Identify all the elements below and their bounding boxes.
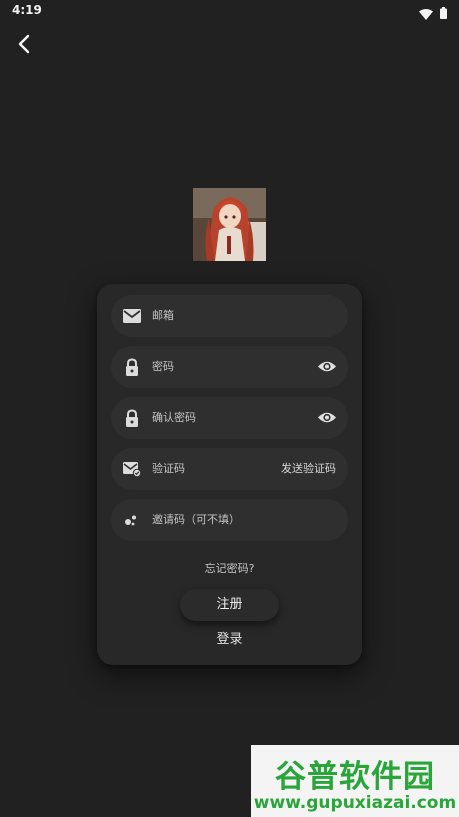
battery-icon <box>440 4 447 19</box>
login-link[interactable]: 登录 <box>97 628 362 647</box>
app-avatar <box>193 188 266 261</box>
status-bar: 4:19 <box>0 0 459 22</box>
verification-code-field[interactable]: 验证码 发送验证码 <box>111 448 348 490</box>
invite-dots-icon <box>122 511 142 529</box>
invite-code-field[interactable]: 邀请码（可不填） <box>111 499 348 541</box>
back-icon[interactable] <box>14 33 36 55</box>
confirm-password-field[interactable]: 确认密码 <box>111 397 348 439</box>
email-label: 邮箱 <box>152 309 174 322</box>
password-label: 密码 <box>152 360 174 373</box>
lock-icon <box>122 358 142 376</box>
watermark-title: 谷普软件园 <box>275 759 435 795</box>
forgot-password-link[interactable]: 忘记密码? <box>97 560 362 576</box>
status-time: 4:19 <box>12 3 42 17</box>
verification-code-label: 验证码 <box>152 462 185 475</box>
eye-icon[interactable] <box>317 359 337 374</box>
lock-icon <box>122 409 142 427</box>
watermark-logo: 谷普软件园 www.gupuxiazai.com <box>251 745 459 817</box>
mail-check-icon <box>122 460 142 478</box>
confirm-password-label: 确认密码 <box>152 411 196 424</box>
wifi-icon <box>419 5 433 20</box>
eye-icon[interactable] <box>317 410 337 425</box>
invite-code-label: 邀请码（可不填） <box>152 513 240 526</box>
send-code-button[interactable]: 发送验证码 <box>281 461 336 477</box>
email-field[interactable]: 邮箱 <box>111 295 348 337</box>
register-button[interactable]: 注册 <box>180 589 279 621</box>
password-field[interactable]: 密码 <box>111 346 348 388</box>
register-card: 邮箱 密码 确认密码 验证码 发送验证码 邀请码（可不填） 忘记密码? 注册 登 <box>97 284 362 665</box>
mail-icon <box>122 307 142 325</box>
watermark-url: www.gupuxiazai.com <box>253 793 457 813</box>
